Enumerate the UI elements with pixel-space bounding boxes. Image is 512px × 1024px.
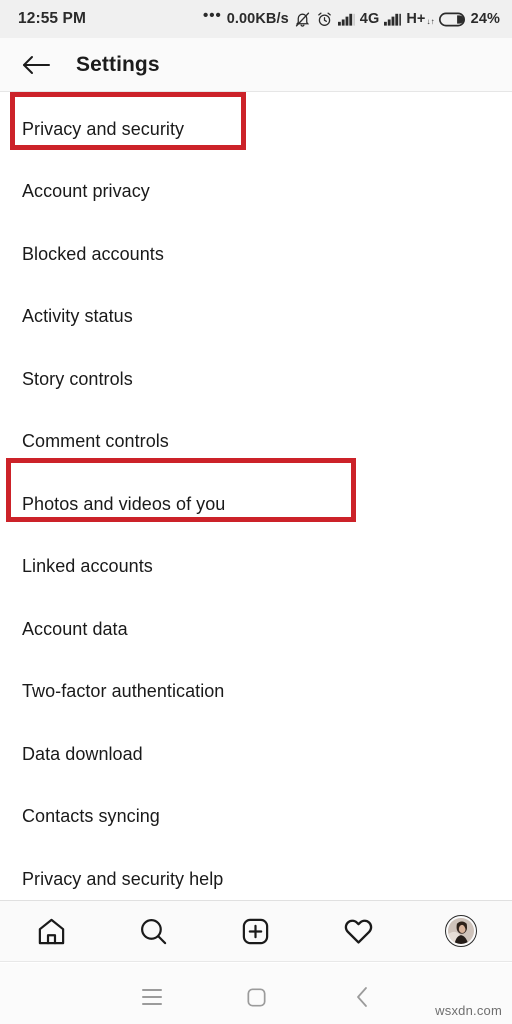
list-item-account-privacy[interactable]: Account privacy [0, 161, 512, 224]
status-bar: 12:55 PM ••• 0.00KB/s 4G H+ ↓↑ 24% [0, 0, 512, 38]
network-type-hplus-text: H+ [406, 11, 426, 27]
page-title: Settings [76, 52, 160, 76]
heart-icon[interactable] [323, 905, 393, 957]
more-dots-icon: ••• [202, 7, 222, 24]
list-item-label: Data download [22, 743, 143, 764]
watermark-text: wsxdn.com [435, 1003, 502, 1018]
network-speed-label: 0.00KB/s [226, 11, 289, 27]
hamburger-line [142, 1003, 162, 1005]
list-item-label: Blocked accounts [22, 243, 164, 264]
list-item-label: Two-factor authentication [22, 681, 225, 702]
list-item-label: Privacy and security help [22, 868, 224, 889]
status-icons-group: ••• 0.00KB/s 4G H+ ↓↑ 24% [202, 7, 500, 28]
list-item-label: Account data [22, 618, 128, 639]
app-bottom-nav [0, 900, 512, 962]
list-item-label: Photos and videos of you [22, 493, 226, 514]
bell-muted-icon [294, 11, 311, 28]
list-item-two-factor-authentication[interactable]: Two-factor authentication [0, 661, 512, 724]
list-item-label: Comment controls [22, 431, 169, 452]
list-item-label: Story controls [22, 368, 133, 389]
back-arrow-icon[interactable] [16, 45, 56, 85]
network-type-hplus-label: H+ ↓↑ [406, 11, 435, 27]
list-item-account-data[interactable]: Account data [0, 598, 512, 661]
list-item-label: Linked accounts [22, 556, 153, 577]
search-icon[interactable] [119, 905, 189, 957]
home-icon[interactable] [16, 905, 86, 957]
network-type-4g-label: 4G [359, 11, 380, 27]
back-chevron-icon[interactable] [334, 975, 390, 1019]
hamburger-lines [142, 989, 162, 1005]
add-post-icon[interactable] [221, 905, 291, 957]
list-item-label: Contacts syncing [22, 806, 160, 827]
list-item-contacts-syncing[interactable]: Contacts syncing [0, 786, 512, 849]
list-item-blocked-accounts[interactable]: Blocked accounts [0, 223, 512, 286]
list-item-label: Activity status [22, 306, 133, 327]
list-item-linked-accounts[interactable]: Linked accounts [0, 536, 512, 599]
list-item-story-controls[interactable]: Story controls [0, 348, 512, 411]
signal-bars-icon-1 [337, 12, 355, 26]
avatar [447, 918, 474, 944]
list-item-label: Privacy and security [22, 118, 185, 139]
avatar-ring [444, 915, 477, 947]
data-arrows-icon: ↓↑ [426, 17, 435, 26]
list-item-data-download[interactable]: Data download [0, 723, 512, 786]
signal-bars-icon-2 [384, 12, 402, 26]
list-item-photos-and-videos-of-you[interactable]: Photos and videos of you [0, 473, 512, 536]
hamburger-line [142, 996, 162, 998]
battery-percent-label: 24% [470, 11, 500, 27]
status-clock: 12:55 PM [18, 10, 86, 27]
system-nav-bar: wsxdn.com [0, 963, 512, 1024]
list-item-privacy-and-security[interactable]: Privacy and security [0, 98, 512, 161]
list-item-activity-status[interactable]: Activity status [0, 286, 512, 349]
menu-icon[interactable] [124, 975, 180, 1019]
nav-profile-avatar[interactable] [426, 905, 496, 957]
app-header: Settings [0, 38, 512, 92]
home-square-icon[interactable] [228, 975, 284, 1019]
alarm-clock-icon [316, 11, 333, 28]
list-item-comment-controls[interactable]: Comment controls [0, 411, 512, 474]
list-item-label: Account privacy [22, 181, 150, 202]
battery-icon [438, 12, 465, 27]
hamburger-line [142, 989, 162, 991]
settings-list: Privacy and security Account privacy Blo… [0, 92, 512, 898]
